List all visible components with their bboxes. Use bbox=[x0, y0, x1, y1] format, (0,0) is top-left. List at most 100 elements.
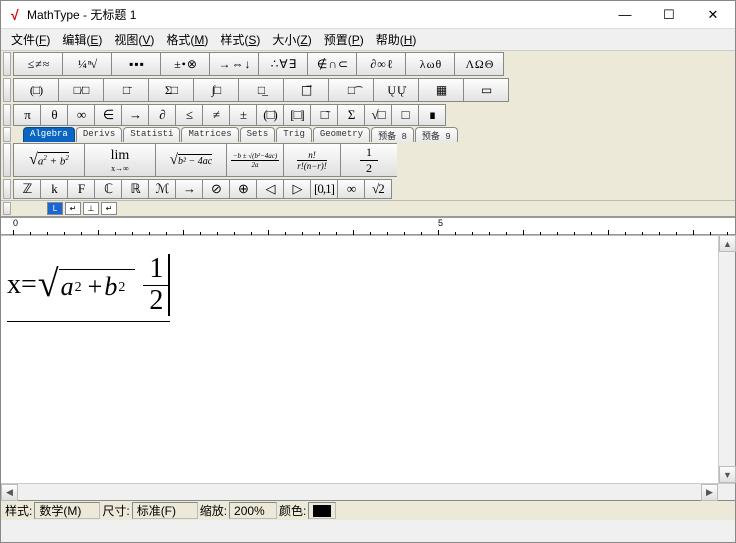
ruler[interactable]: 05 bbox=[1, 217, 735, 235]
symbol-button[interactable]: ▪ ▪ ▪ bbox=[111, 52, 161, 76]
symbol-button[interactable]: □ bbox=[391, 104, 419, 126]
symbol-button[interactable]: ◁ bbox=[256, 179, 284, 199]
tab-trig[interactable]: Trig bbox=[276, 127, 312, 142]
status-zoom-value[interactable]: 200% bbox=[229, 502, 277, 519]
menu-e[interactable]: 编辑(E) bbox=[56, 29, 108, 50]
symbol-button[interactable]: □⃗ bbox=[283, 78, 329, 102]
scroll-down-icon[interactable]: ▼ bbox=[719, 466, 736, 483]
symbol-button[interactable]: □̄ bbox=[103, 78, 149, 102]
toggle-button[interactable]: L bbox=[47, 202, 63, 215]
template-binom[interactable]: n!r!(n−r)! bbox=[283, 143, 341, 177]
template-lim[interactable]: limx→∞ bbox=[84, 143, 156, 177]
symbol-button[interactable]: ⊕ bbox=[229, 179, 257, 199]
symbol-button[interactable]: ± • ⊗ bbox=[160, 52, 210, 76]
toolbar-handle[interactable] bbox=[3, 143, 11, 177]
symbol-button[interactable]: □͡ bbox=[328, 78, 374, 102]
symbol-button[interactable]: ¼ ⁿ√ bbox=[62, 52, 112, 76]
symbol-button[interactable]: ∂ bbox=[148, 104, 176, 126]
symbol-button[interactable]: k bbox=[40, 179, 68, 199]
toolbar-handle[interactable] bbox=[3, 127, 11, 142]
menu-f[interactable]: 文件(F) bbox=[5, 29, 56, 50]
symbol-button[interactable]: ∫□ bbox=[193, 78, 239, 102]
symbol-button[interactable]: (□) bbox=[256, 104, 284, 126]
symbol-button[interactable]: □̲ bbox=[238, 78, 284, 102]
scroll-left-icon[interactable]: ◀ bbox=[1, 484, 18, 501]
scroll-up-icon[interactable]: ▲ bbox=[719, 235, 736, 252]
status-size-value[interactable]: 标准(F) bbox=[132, 502, 198, 519]
symbol-button[interactable]: □/□ bbox=[58, 78, 104, 102]
symbol-button[interactable]: √2 bbox=[364, 179, 392, 199]
template-sqrt_b4ac[interactable]: √b² − 4ac bbox=[155, 143, 227, 177]
menu-m[interactable]: 格式(M) bbox=[160, 29, 214, 50]
toolbar-handle[interactable] bbox=[3, 52, 11, 76]
horizontal-scrollbar[interactable]: ◀ ▶ bbox=[1, 483, 735, 500]
symbol-button[interactable]: ∞ bbox=[67, 104, 95, 126]
symbol-button[interactable]: θ bbox=[40, 104, 68, 126]
tab-geometry[interactable]: Geometry bbox=[313, 127, 370, 142]
symbol-button[interactable]: Σ bbox=[337, 104, 365, 126]
template-quad[interactable]: −b ± √(b²−4ac)2a bbox=[226, 143, 284, 177]
tab-derivs[interactable]: Derivs bbox=[76, 127, 122, 142]
symbol-button[interactable]: ℳ bbox=[148, 179, 176, 199]
tab-algebra[interactable]: Algebra bbox=[23, 127, 75, 142]
template-sqrt_ab[interactable]: √a2 + b2 bbox=[13, 143, 85, 177]
symbol-button[interactable]: ± bbox=[229, 104, 257, 126]
toolbar-handle[interactable] bbox=[3, 179, 11, 199]
close-button[interactable]: ✕ bbox=[691, 1, 735, 29]
symbol-button[interactable]: ℝ bbox=[121, 179, 149, 199]
symbol-button[interactable]: ∎ bbox=[418, 104, 446, 126]
symbol-button[interactable]: → ⇔ ↓ bbox=[209, 52, 259, 76]
symbol-button[interactable]: (□) bbox=[13, 78, 59, 102]
symbol-button[interactable]: π bbox=[13, 104, 41, 126]
toggle-button[interactable]: ⊥ bbox=[83, 202, 99, 215]
scroll-right-icon[interactable]: ▶ bbox=[701, 484, 718, 501]
symbol-button[interactable]: ≠ bbox=[202, 104, 230, 126]
symbol-button[interactable]: ≤ bbox=[175, 104, 203, 126]
symbol-button[interactable]: √□ bbox=[364, 104, 392, 126]
symbol-button[interactable]: ▭ bbox=[463, 78, 509, 102]
menu-v[interactable]: 视图(V) bbox=[108, 29, 160, 50]
menu-p[interactable]: 预置(P) bbox=[318, 29, 370, 50]
symbol-button[interactable]: ∴ ∀ ∃ bbox=[258, 52, 308, 76]
symbol-button[interactable]: → bbox=[175, 179, 203, 199]
symbol-button[interactable]: λ ω θ bbox=[405, 52, 455, 76]
template-half[interactable]: 12 bbox=[340, 143, 398, 177]
maximize-button[interactable]: ☐ bbox=[647, 1, 691, 29]
symbol-button[interactable]: □̄ bbox=[310, 104, 338, 126]
minimize-button[interactable]: — bbox=[603, 1, 647, 29]
tab-预备 8[interactable]: 预备 8 bbox=[371, 127, 414, 142]
menu-s[interactable]: 样式(S) bbox=[214, 29, 266, 50]
toolbar-handle[interactable] bbox=[3, 78, 11, 102]
symbol-button[interactable]: ∂ ∞ ℓ bbox=[356, 52, 406, 76]
status-style-value[interactable]: 数学(M) bbox=[34, 502, 100, 519]
tab-statisti[interactable]: Statisti bbox=[123, 127, 180, 142]
symbol-button[interactable]: Σ□ bbox=[148, 78, 194, 102]
symbol-button[interactable]: ≤ ≠ ≈ bbox=[13, 52, 63, 76]
equation-editor[interactable]: x= √ a2 + b2 1 2 bbox=[1, 235, 718, 483]
symbol-button[interactable]: [0,1] bbox=[310, 179, 338, 199]
menu-z[interactable]: 大小(Z) bbox=[266, 29, 317, 50]
tab-sets[interactable]: Sets bbox=[240, 127, 276, 142]
symbol-button[interactable]: [□] bbox=[283, 104, 311, 126]
tab-预备 9[interactable]: 预备 9 bbox=[415, 127, 458, 142]
symbol-button[interactable]: Ų Ų̇ bbox=[373, 78, 419, 102]
symbol-button[interactable]: ℤ bbox=[13, 179, 41, 199]
status-color-swatch[interactable] bbox=[308, 502, 336, 519]
symbol-button[interactable]: → bbox=[121, 104, 149, 126]
toolbar-handle[interactable] bbox=[3, 104, 11, 126]
vertical-scrollbar[interactable]: ▲ ▼ bbox=[718, 235, 735, 483]
symbol-button[interactable]: ∈ bbox=[94, 104, 122, 126]
symbol-button[interactable]: ▦ bbox=[418, 78, 464, 102]
tab-matrices[interactable]: Matrices bbox=[181, 127, 238, 142]
symbol-button[interactable]: ∞ bbox=[337, 179, 365, 199]
symbol-button[interactable]: F bbox=[67, 179, 95, 199]
toggle-button[interactable]: ↵ bbox=[101, 202, 117, 215]
toggle-button[interactable]: ↵ bbox=[65, 202, 81, 215]
menu-h[interactable]: 帮助(H) bbox=[370, 29, 423, 50]
equation[interactable]: x= √ a2 + b2 1 2 bbox=[7, 254, 170, 317]
symbol-button[interactable]: ⊘ bbox=[202, 179, 230, 199]
symbol-button[interactable]: ▷ bbox=[283, 179, 311, 199]
symbol-button[interactable]: Λ Ω Θ bbox=[454, 52, 504, 76]
symbol-button[interactable]: ℂ bbox=[94, 179, 122, 199]
toolbar-handle[interactable] bbox=[3, 202, 11, 215]
